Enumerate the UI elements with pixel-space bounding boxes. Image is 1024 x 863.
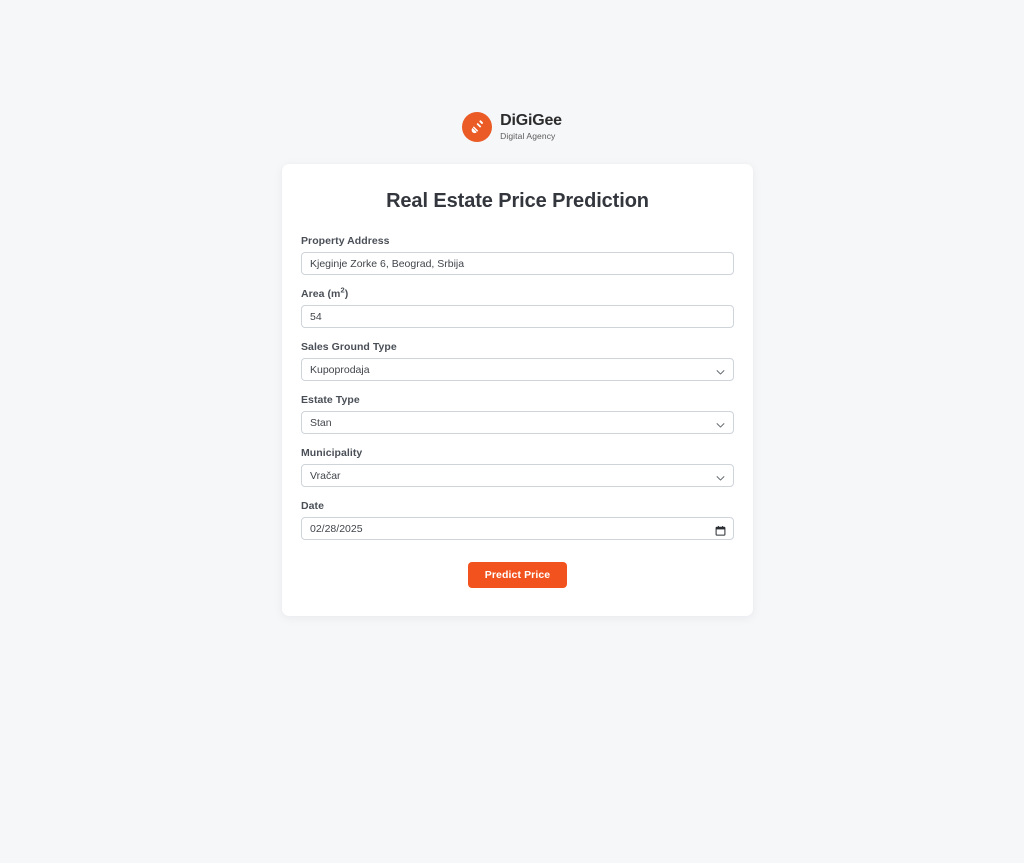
field-date: Date 02/28/2025 [301, 500, 734, 540]
control-estate-type: Stan [301, 411, 734, 434]
control-area [301, 305, 734, 328]
field-sales-ground-type: Sales Ground Type Kupoprodaja [301, 341, 734, 381]
calendar-icon[interactable] [715, 523, 726, 536]
brand-text: DiGiGee Digital Agency [500, 112, 562, 142]
control-municipality: Vračar [301, 464, 734, 487]
control-date: 02/28/2025 [301, 517, 734, 540]
property-address-input[interactable] [301, 252, 734, 275]
brand-tagline: Digital Agency [500, 131, 556, 142]
date-input[interactable]: 02/28/2025 [301, 517, 734, 540]
estate-type-select[interactable]: Stan [301, 411, 734, 434]
shovel-icon [462, 112, 493, 142]
label-date: Date [301, 500, 324, 512]
page-title: Real Estate Price Prediction [386, 190, 649, 212]
predict-price-button[interactable]: Predict Price [467, 562, 568, 588]
field-municipality: Municipality Vračar [301, 447, 734, 487]
label-area-suffix: ) [344, 288, 349, 300]
field-property-address: Property Address [301, 235, 734, 275]
app-page: DiGiGee Digital Agency Real Estate Price… [0, 0, 1024, 863]
control-sales-ground-type: Kupoprodaja [301, 358, 734, 381]
label-sales-ground-type: Sales Ground Type [301, 341, 397, 353]
municipality-select[interactable]: Vračar [301, 464, 734, 487]
area-input[interactable] [301, 305, 734, 328]
label-municipality: Municipality [301, 447, 363, 459]
label-estate-type: Estate Type [301, 394, 360, 406]
label-area: Area (m2) [301, 286, 734, 300]
sales-ground-type-select[interactable]: Kupoprodaja [301, 358, 734, 381]
label-property-address: Property Address [301, 235, 390, 247]
brand-logo: DiGiGee Digital Agency [0, 112, 1024, 142]
field-estate-type: Estate Type Stan [301, 394, 734, 434]
control-property-address [301, 252, 734, 275]
brand-name: DiGiGee [500, 112, 562, 130]
submit-row: Predict Price [301, 562, 734, 588]
prediction-card: Real Estate Price Prediction Property Ad… [282, 164, 753, 616]
field-area: Area (m2) [301, 286, 734, 328]
label-area-text: Area (m [301, 288, 341, 300]
